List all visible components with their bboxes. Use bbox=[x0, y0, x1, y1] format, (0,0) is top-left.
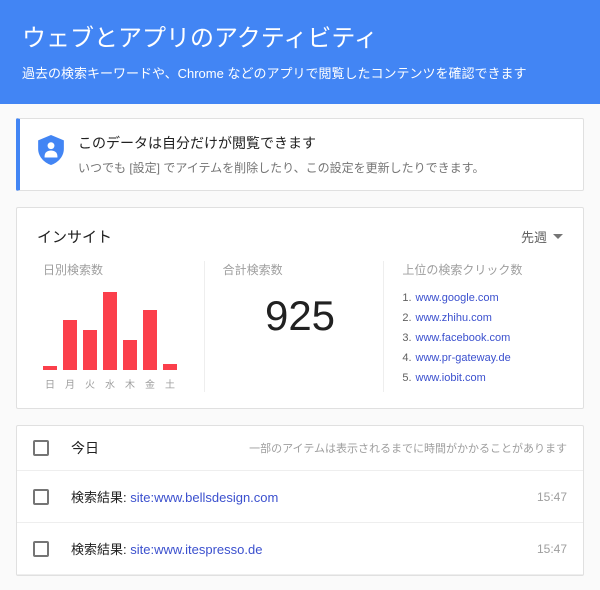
result-prefix: 検索結果: bbox=[71, 542, 130, 557]
chevron-down-icon bbox=[553, 234, 563, 240]
top-label: 上位の検索クリック数 bbox=[402, 261, 557, 278]
day-label: 土 bbox=[163, 376, 177, 391]
top-site-item[interactable]: 3. www.facebook.com bbox=[402, 332, 557, 344]
list-header: 今日 一部のアイテムは表示されるまでに時間がかかることがあります bbox=[17, 426, 583, 471]
chart-bar bbox=[83, 330, 97, 370]
site-link: www.zhihu.com bbox=[416, 312, 492, 324]
section-label: 今日 bbox=[71, 438, 99, 458]
day-label: 木 bbox=[123, 376, 137, 391]
rank-number: 1. bbox=[402, 292, 411, 304]
rank-number: 5. bbox=[402, 372, 411, 384]
period-dropdown[interactable]: 先週 bbox=[521, 227, 563, 246]
chart-bar bbox=[43, 366, 57, 370]
top-site-item[interactable]: 4. www.pr-gateway.de bbox=[402, 352, 557, 364]
page-subtitle: 過去の検索キーワードや、Chrome などのアプリで閲覧したコンテンツを確認でき… bbox=[22, 63, 578, 82]
page-title: ウェブとアプリのアクティビティ bbox=[22, 18, 578, 53]
period-label: 先週 bbox=[521, 227, 547, 246]
day-label: 日 bbox=[43, 376, 57, 391]
site-link: www.pr-gateway.de bbox=[416, 352, 511, 364]
site-link: www.google.com bbox=[416, 292, 499, 304]
top-site-item[interactable]: 2. www.zhihu.com bbox=[402, 312, 557, 324]
total-panel: 合計検索数 925 bbox=[204, 261, 384, 392]
query-link[interactable]: site:www.itespresso.de bbox=[130, 542, 262, 557]
site-link: www.facebook.com bbox=[416, 332, 511, 344]
top-site-item[interactable]: 5. www.iobit.com bbox=[402, 372, 557, 384]
delay-note: 一部のアイテムは表示されるまでに時間がかかることがあります bbox=[249, 440, 567, 456]
privacy-notice: このデータは自分だけが閲覧できます いつでも [設定] でアイテムを削除したり、… bbox=[16, 118, 584, 191]
chart-bar bbox=[123, 340, 137, 370]
daily-bar-chart bbox=[43, 292, 198, 370]
day-label: 月 bbox=[63, 376, 77, 391]
chart-bar bbox=[163, 364, 177, 370]
activity-list: 今日 一部のアイテムは表示されるまでに時間がかかることがあります 検索結果: s… bbox=[16, 425, 584, 576]
chart-bar bbox=[63, 320, 77, 370]
page-header: ウェブとアプリのアクティビティ 過去の検索キーワードや、Chrome などのアプ… bbox=[0, 0, 600, 104]
insights-card: インサイト 先週 日別検索数 日月火水木金土 合計検索数 925 上位の検索クリ… bbox=[16, 207, 584, 409]
chart-bar bbox=[143, 310, 157, 370]
privacy-subtitle: いつでも [設定] でアイテムを削除したり、この設定を更新したりできます。 bbox=[78, 159, 484, 176]
top-sites-list: 1. www.google.com 2. www.zhihu.com 3. www.fac… bbox=[402, 292, 557, 384]
site-link: www.iobit.com bbox=[416, 372, 486, 384]
day-label: 水 bbox=[103, 376, 117, 391]
row-text: 検索結果: site:www.itespresso.de bbox=[71, 539, 262, 558]
result-prefix: 検索結果: bbox=[71, 490, 130, 505]
top-site-item[interactable]: 1. www.google.com bbox=[402, 292, 557, 304]
row-checkbox[interactable] bbox=[33, 489, 49, 505]
select-all-checkbox[interactable] bbox=[33, 440, 49, 456]
shield-icon bbox=[38, 135, 64, 165]
daily-panel: 日別検索数 日月火水木金土 bbox=[37, 261, 204, 392]
total-label: 合計検索数 bbox=[223, 261, 378, 278]
rank-number: 3. bbox=[402, 332, 411, 344]
activity-row[interactable]: 検索結果: site:www.itespresso.de 15:47 bbox=[17, 523, 583, 575]
row-checkbox[interactable] bbox=[33, 541, 49, 557]
day-axis-labels: 日月火水木金土 bbox=[43, 376, 198, 391]
activity-row[interactable]: 検索結果: site:www.bellsdesign.com 15:47 bbox=[17, 471, 583, 523]
row-text: 検索結果: site:www.bellsdesign.com bbox=[71, 487, 278, 506]
day-label: 金 bbox=[143, 376, 157, 391]
top-panel: 上位の検索クリック数 1. www.google.com 2. www.zhihu.c… bbox=[383, 261, 563, 392]
row-time: 15:47 bbox=[537, 490, 567, 504]
total-value: 925 bbox=[223, 292, 378, 340]
rank-number: 4. bbox=[402, 352, 411, 364]
day-label: 火 bbox=[83, 376, 97, 391]
query-link[interactable]: site:www.bellsdesign.com bbox=[130, 490, 278, 505]
insights-title: インサイト bbox=[37, 226, 112, 247]
daily-label: 日別検索数 bbox=[43, 261, 198, 278]
row-time: 15:47 bbox=[537, 542, 567, 556]
chart-bar bbox=[103, 292, 117, 370]
privacy-title: このデータは自分だけが閲覧できます bbox=[78, 133, 484, 153]
rank-number: 2. bbox=[402, 312, 411, 324]
